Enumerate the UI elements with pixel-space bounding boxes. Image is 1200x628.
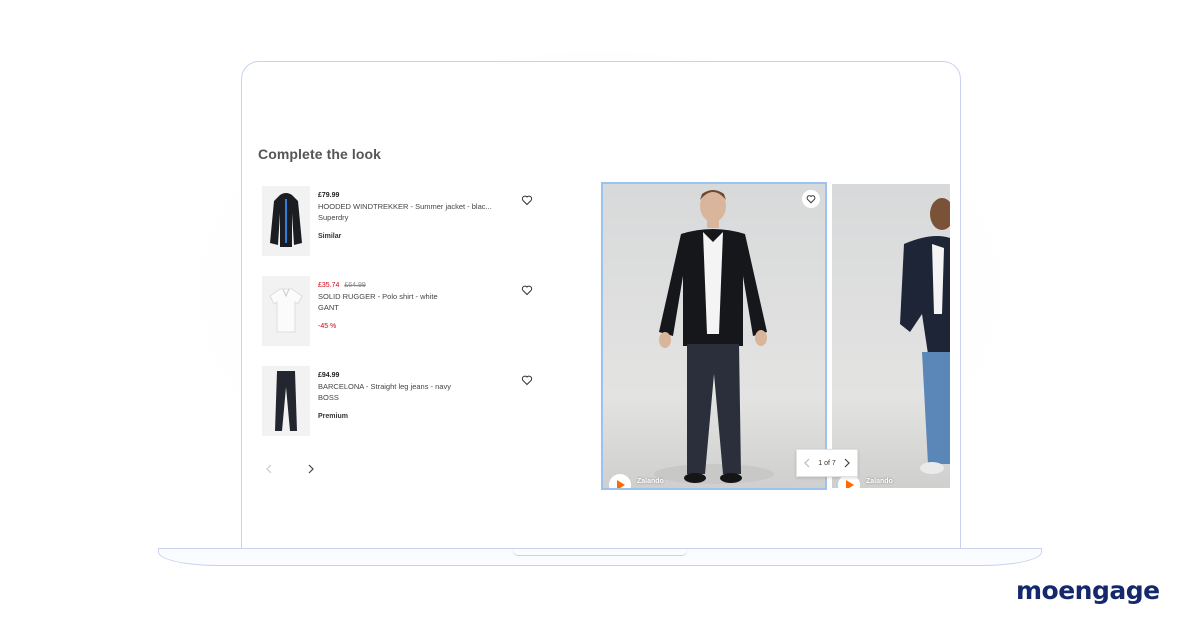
moengage-logo: moengage	[1016, 576, 1160, 605]
product-tag: Similar	[318, 233, 342, 240]
polo-shirt-image	[269, 288, 303, 333]
heart-icon	[806, 195, 816, 204]
heart-icon[interactable]	[521, 284, 533, 296]
product-brand: Superdry	[318, 213, 349, 222]
favorite-button[interactable]	[802, 190, 820, 208]
product-thumbnail-jacket[interactable]	[262, 186, 310, 256]
laptop-screen: Complete the look £79.99 HOODED WINDTREK…	[241, 61, 961, 552]
product-name[interactable]: HOODED WINDTREKKER - Summer jacket - bla…	[318, 202, 508, 211]
product-price: £79.99	[318, 192, 340, 199]
model-photo	[654, 190, 774, 484]
product-brand: BOSS	[318, 393, 339, 402]
play-icon	[617, 480, 625, 488]
product-thumbnail-jeans[interactable]	[262, 366, 310, 436]
product-tag: Premium	[318, 413, 348, 420]
play-icon	[846, 480, 854, 488]
heart-icon[interactable]	[521, 374, 533, 386]
product-old-price: £64.99	[344, 282, 366, 289]
product-price: £94.99	[318, 372, 340, 379]
product-item-polo[interactable]: £35.74 £64.99 SOLID RUGGER - Polo shirt …	[262, 276, 552, 350]
section-title: Complete the look	[258, 146, 382, 162]
chevron-left-icon[interactable]	[803, 458, 811, 468]
product-sale-price: £35.74	[318, 282, 340, 289]
jeans-image	[275, 371, 297, 431]
product-brand: GANT	[318, 303, 339, 312]
product-item-jacket[interactable]: £79.99 HOODED WINDTREKKER - Summer jacke…	[262, 186, 552, 260]
product-item-jeans[interactable]: £94.99 BARCELONA - Straight leg jeans - …	[262, 366, 552, 440]
product-price-line: £35.74 £64.99	[318, 282, 508, 289]
jacket-image	[270, 193, 302, 247]
model-photo	[900, 198, 950, 474]
discount-tag: -45 %	[318, 323, 337, 330]
outfit-card-1[interactable]: Zalando	[601, 182, 827, 490]
pager-text: 1 of 7	[818, 459, 836, 467]
chevron-left-icon[interactable]	[264, 464, 274, 474]
chevron-right-icon[interactable]	[843, 458, 851, 468]
carousel-pager: 1 of 7	[796, 449, 858, 477]
chevron-right-icon[interactable]	[306, 464, 316, 474]
product-thumbnail-polo[interactable]	[262, 276, 310, 346]
laptop-base-notch	[512, 549, 688, 556]
heart-icon[interactable]	[521, 194, 533, 206]
product-name[interactable]: BARCELONA - Straight leg jeans - navy	[318, 382, 508, 391]
card-brand-label: Zalando	[866, 478, 893, 485]
card-brand-label: Zalando	[637, 478, 664, 485]
outfit-card-2[interactable]: Zalando	[832, 184, 950, 488]
product-name[interactable]: SOLID RUGGER - Polo shirt - white	[318, 292, 508, 301]
